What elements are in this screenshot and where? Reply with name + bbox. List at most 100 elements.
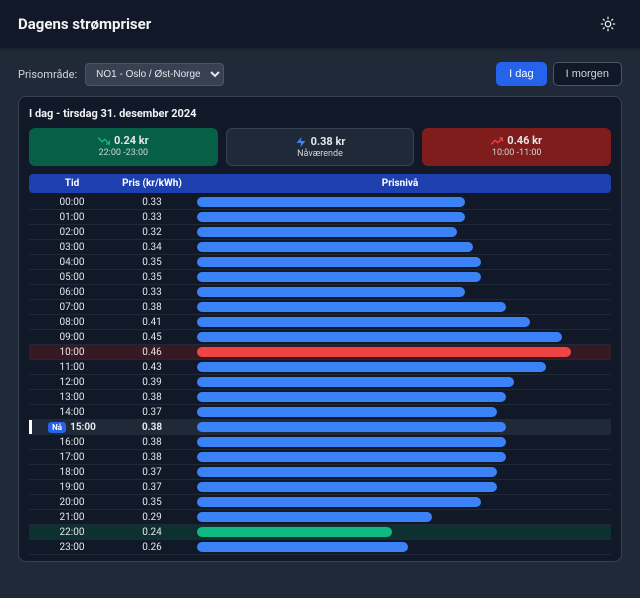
table-row: 04:000.35 (29, 255, 611, 270)
cell-level (197, 392, 603, 402)
table-row: 21:000.29 (29, 510, 611, 525)
level-bar (197, 317, 530, 327)
cell-level (197, 497, 603, 507)
cell-price: 0.33 (107, 287, 197, 298)
level-bar (197, 347, 571, 357)
cell-time: 20:00 (37, 497, 107, 508)
level-bar (197, 332, 562, 342)
cell-level (197, 527, 603, 537)
cell-level (197, 377, 603, 387)
level-bar (197, 542, 408, 552)
cell-time: 01:00 (37, 212, 107, 223)
cell-level (197, 302, 603, 312)
summary-low: 0.24 kr 22:00 -23:00 (29, 128, 218, 166)
cell-time: 10:00 (37, 347, 107, 358)
cell-price: 0.38 (107, 392, 197, 403)
level-bar (197, 227, 457, 237)
cell-price: 0.35 (107, 272, 197, 283)
now-badge: Nå (48, 422, 66, 433)
cell-time: 07:00 (37, 302, 107, 313)
cell-level (197, 452, 603, 462)
level-bar (197, 512, 432, 522)
level-bar (197, 257, 481, 267)
cell-price: 0.29 (107, 512, 197, 523)
cell-time: 14:00 (37, 407, 107, 418)
cell-price: 0.38 (107, 437, 197, 448)
theme-toggle-button[interactable] (594, 10, 622, 38)
level-bar (197, 497, 481, 507)
cell-level (197, 437, 603, 447)
table-row: 09:000.45 (29, 330, 611, 345)
level-bar (197, 377, 514, 387)
cell-time: 21:00 (37, 512, 107, 523)
high-sub: 10:00 -11:00 (492, 148, 542, 158)
area-label: Prisområde: (18, 68, 77, 81)
cell-price: 0.37 (107, 407, 197, 418)
cell-level (197, 542, 603, 552)
cell-price: 0.41 (107, 317, 197, 328)
cell-level (197, 512, 603, 522)
table-row: 13:000.38 (29, 390, 611, 405)
cell-time: 04:00 (37, 257, 107, 268)
cell-time: 18:00 (37, 467, 107, 478)
cell-level (197, 482, 603, 492)
table-row: 03:000.34 (29, 240, 611, 255)
bolt-icon (295, 136, 307, 148)
level-bar (197, 407, 497, 417)
low-sub: 22:00 -23:00 (99, 148, 149, 158)
area-select[interactable]: NO1 - Oslo / Øst-Norge (85, 63, 224, 86)
table-row: 23:000.26 (29, 540, 611, 555)
cell-time: 06:00 (37, 287, 107, 298)
cell-level (197, 317, 603, 327)
cell-level (197, 197, 603, 207)
table-row: 00:000.33 (29, 195, 611, 210)
summary-now: 0.38 kr Nåværende (226, 128, 415, 166)
cell-level (197, 347, 603, 357)
table-row: 05:000.35 (29, 270, 611, 285)
tab-tomorrow[interactable]: I morgen (553, 62, 622, 86)
page-title: Dagens strømpriser (18, 15, 151, 33)
cell-level (197, 362, 603, 372)
level-bar (197, 422, 506, 432)
cell-price: 0.39 (107, 377, 197, 388)
trend-down-icon (98, 135, 110, 147)
table-row: 02:000.32 (29, 225, 611, 240)
level-bar (197, 437, 506, 447)
cell-price: 0.34 (107, 242, 197, 253)
cell-time: 08:00 (37, 317, 107, 328)
cell-level (197, 287, 603, 297)
col-level: Prisnivå (197, 178, 603, 189)
cell-price: 0.45 (107, 332, 197, 343)
cell-time: 11:00 (37, 362, 107, 373)
cell-time: Nå15:00 (37, 422, 107, 433)
col-price: Pris (kr/kWh) (107, 178, 197, 189)
tab-today[interactable]: I dag (496, 62, 546, 86)
cell-level (197, 227, 603, 237)
level-bar (197, 287, 465, 297)
cell-price: 0.35 (107, 257, 197, 268)
low-value: 0.24 kr (114, 134, 149, 147)
table-row: 14:000.37 (29, 405, 611, 420)
table-row: 06:000.33 (29, 285, 611, 300)
cell-level (197, 332, 603, 342)
table-row: 10:000.46 (29, 345, 611, 360)
level-bar (197, 197, 465, 207)
level-bar (197, 242, 473, 252)
table-row: 11:000.43 (29, 360, 611, 375)
trend-up-icon (491, 135, 503, 147)
cell-level (197, 242, 603, 252)
table-row: 08:000.41 (29, 315, 611, 330)
table-row: 19:000.37 (29, 480, 611, 495)
cell-price: 0.32 (107, 227, 197, 238)
level-bar (197, 452, 506, 462)
cell-time: 17:00 (37, 452, 107, 463)
table-row: 07:000.38 (29, 300, 611, 315)
table-row: 22:000.24 (29, 525, 611, 540)
cell-price: 0.33 (107, 212, 197, 223)
now-sub: Nåværende (297, 149, 343, 159)
price-card: I dag - tirsdag 31. desember 2024 0.24 k… (18, 96, 622, 562)
cell-time: 00:00 (37, 197, 107, 208)
cell-price: 0.43 (107, 362, 197, 373)
level-bar (197, 212, 465, 222)
cell-time: 22:00 (37, 527, 107, 538)
